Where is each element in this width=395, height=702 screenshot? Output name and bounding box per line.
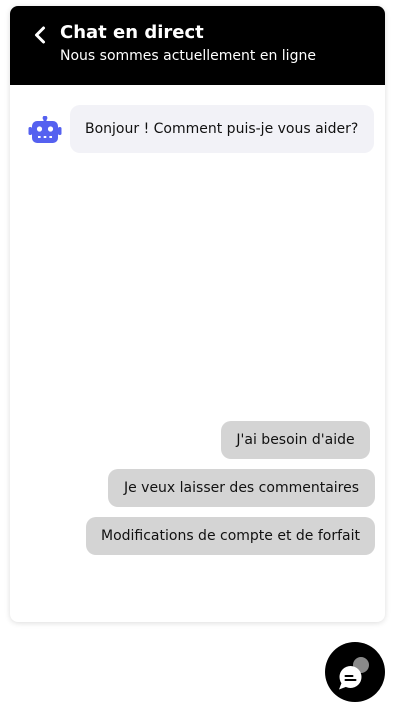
chat-widget: Chat en direct Nous sommes actuellement … (10, 6, 385, 622)
header-subtitle: Nous sommes actuellement en ligne (60, 48, 316, 64)
quick-reply-feedback[interactable]: Je veux laisser des commentaires (108, 469, 375, 507)
quick-reply-account-plan[interactable]: Modifications de compte et de forfait (86, 517, 375, 555)
header-title: Chat en direct (60, 22, 204, 43)
quick-reply-need-help[interactable]: J'ai besoin d'aide (221, 421, 370, 459)
chat-header: Chat en direct Nous sommes actuellement … (10, 6, 385, 85)
robot-icon (28, 115, 62, 144)
back-button[interactable] (29, 23, 53, 47)
chat-bubbles-icon (339, 657, 369, 690)
chat-launcher-button[interactable] (325, 642, 385, 702)
bot-message: Bonjour ! Comment puis-je vous aider? (70, 105, 374, 153)
chevron-left-icon (35, 26, 45, 44)
